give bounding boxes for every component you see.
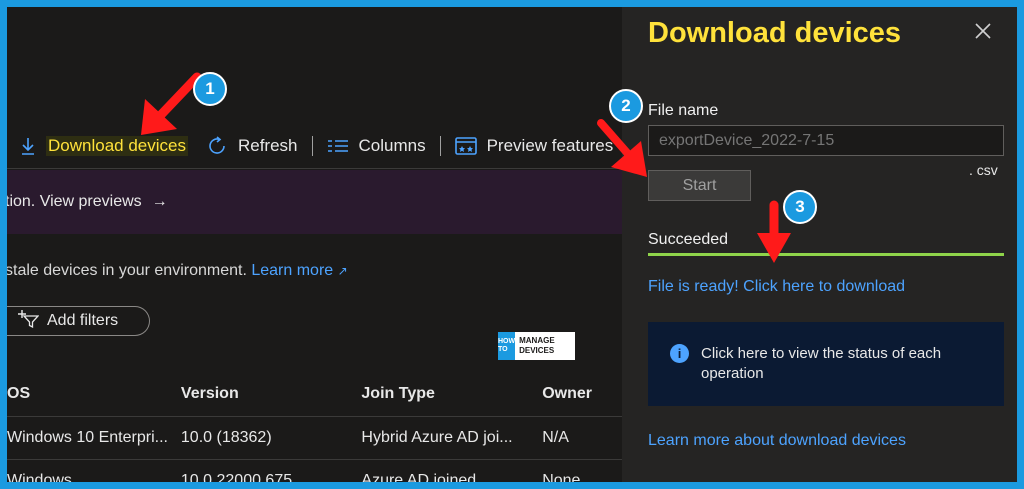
- learn-more-link[interactable]: Learn more: [251, 262, 333, 279]
- learn-more-download-link[interactable]: Learn more about download devices: [648, 432, 906, 450]
- step-badge-2: 2: [609, 89, 643, 123]
- step-badge-3: 3: [783, 190, 817, 224]
- preview-features-label: Preview features: [486, 136, 614, 155]
- refresh-label: Refresh: [237, 136, 298, 155]
- toolbar-divider: [439, 136, 441, 156]
- filter-add-icon: [17, 310, 40, 332]
- cell-join-type: Hybrid Azure AD joi...: [361, 415, 543, 459]
- cell-join-type: Azure AD joined: [361, 458, 543, 482]
- file-name-input[interactable]: [648, 125, 1004, 156]
- download-icon: [20, 137, 36, 155]
- start-button[interactable]: Start: [648, 170, 751, 201]
- external-link-icon: ↗: [337, 264, 348, 278]
- logo-mark: HOW TO: [498, 332, 516, 360]
- progress-bar: [648, 253, 1004, 256]
- devices-table: OS Version Join Type Owner Windows 10 En…: [7, 373, 622, 482]
- add-filters-button[interactable]: Add filters: [7, 306, 150, 336]
- cell-os: Windows: [7, 458, 181, 482]
- watermark-logo: HOW TO MANAGE DEVICES: [498, 332, 575, 360]
- progress-fill: [648, 253, 1004, 256]
- column-header-join-type[interactable]: Join Type: [361, 373, 542, 416]
- operation-status-box[interactable]: i Click here to view the status of each …: [648, 322, 1004, 406]
- toolbar-divider: [311, 136, 313, 156]
- table-row[interactable]: Windows 10.0.22000.675 Azure AD joined N…: [7, 458, 622, 482]
- status-label: Succeeded: [648, 231, 729, 248]
- preview-banner[interactable]: tion. View previews →: [7, 170, 622, 234]
- status-box-text: Click here to view the status of each op…: [701, 345, 942, 382]
- logo-text: MANAGE DEVICES: [519, 336, 555, 355]
- add-filters-label: Add filters: [47, 312, 119, 329]
- cell-owner: N/A: [542, 415, 622, 459]
- columns-icon: [327, 139, 349, 153]
- download-devices-button[interactable]: Download devices: [20, 129, 188, 163]
- cell-version: 10.0.22000.675: [180, 458, 362, 482]
- columns-button[interactable]: Columns: [327, 129, 426, 163]
- info-icon: i: [670, 344, 689, 363]
- file-name-label: File name: [648, 102, 719, 119]
- table-row[interactable]: Windows 10 Enterpri... 10.0 (18362) Hybr…: [7, 415, 622, 459]
- info-text: stale devices in your environment.: [7, 262, 252, 279]
- download-devices-panel: Download devices File name . csv Start S…: [622, 7, 1017, 482]
- refresh-button[interactable]: Refresh: [206, 129, 298, 163]
- devices-pane: Download devices Refresh Columns Preview…: [7, 7, 622, 482]
- command-bar: Download devices Refresh Columns Preview…: [7, 129, 622, 163]
- close-icon[interactable]: [973, 21, 993, 47]
- step-badge-1: 1: [193, 72, 227, 106]
- download-file-link[interactable]: File is ready! Click here to download: [648, 278, 905, 296]
- download-devices-label: Download devices: [46, 136, 188, 156]
- divider: [7, 168, 622, 169]
- column-header-owner[interactable]: Owner: [542, 373, 622, 416]
- cell-owner: None: [542, 458, 622, 482]
- table-header-row: OS Version Join Type Owner: [7, 373, 622, 416]
- column-header-version[interactable]: Version: [181, 373, 362, 416]
- file-extension: . csv: [969, 162, 998, 178]
- columns-label: Columns: [358, 136, 426, 155]
- cell-version: 10.0 (18362): [180, 415, 362, 459]
- arrow-right-icon: →: [151, 193, 168, 210]
- preview-features-icon: [454, 137, 477, 155]
- banner-text: tion. View previews: [7, 193, 142, 210]
- screenshot-frame: Download devices Refresh Columns Preview…: [7, 7, 1017, 482]
- preview-features-button[interactable]: Preview features: [454, 129, 614, 163]
- panel-title: Download devices: [648, 17, 902, 49]
- refresh-icon: [206, 135, 228, 157]
- cell-os: Windows 10 Enterpri...: [7, 415, 181, 459]
- stale-devices-info: stale devices in your environment. Learn…: [7, 262, 348, 280]
- column-header-os[interactable]: OS: [7, 373, 181, 416]
